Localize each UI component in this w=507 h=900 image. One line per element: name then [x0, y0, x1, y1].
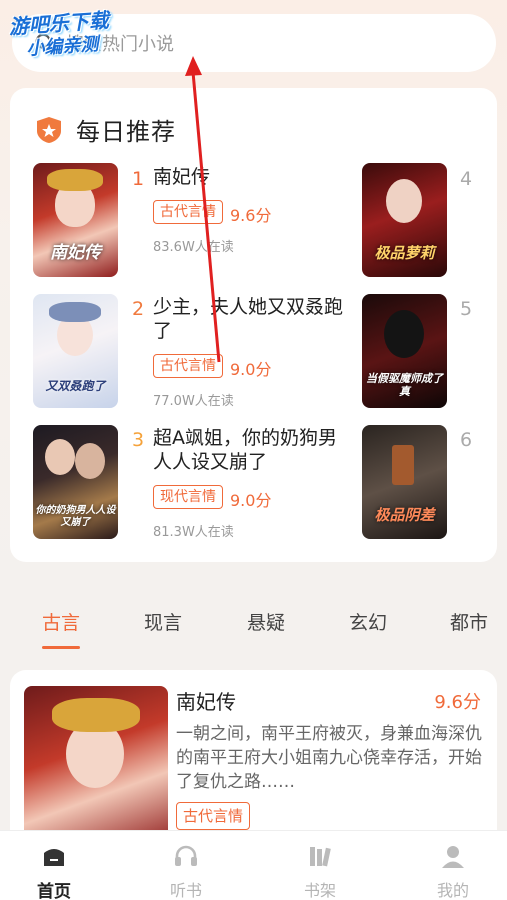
genre-tag: 现代言情: [153, 485, 223, 509]
book-cover[interactable]: 极品阴差: [362, 425, 447, 539]
nav-bookshelf[interactable]: 书架: [270, 831, 370, 900]
tab-xuan-yi[interactable]: 悬疑: [247, 608, 285, 635]
cover-headdress: [49, 302, 101, 322]
bottom-nav: 首页 听书 书架 我的: [0, 830, 507, 900]
user-icon: [442, 846, 464, 868]
rank-number: 1: [132, 168, 145, 190]
daily-recommend-card: 每日推荐 南妃传 1 南妃传 古代言情 9.6分 83.6W人在读 又双叒跑了 …: [10, 88, 497, 562]
cover-title: 南妃传: [50, 243, 101, 263]
tab-xuan-huan[interactable]: 玄幻: [349, 608, 387, 635]
tab-active-indicator: [42, 646, 80, 649]
rank-number: 2: [132, 298, 145, 320]
daily-header: 每日推荐: [36, 112, 176, 147]
genre-tag: 古代言情: [176, 802, 251, 830]
reader-count: 83.6W人在读: [153, 240, 234, 255]
tab-gu-yan[interactable]: 古言: [42, 608, 80, 635]
book-cover[interactable]: 又双叒跑了: [33, 294, 118, 408]
category-tabs: 古言 现言 悬疑 玄幻 都市: [0, 600, 507, 650]
cover-figure: [386, 179, 422, 223]
nav-label: 听书: [169, 881, 202, 900]
nav-profile[interactable]: 我的: [403, 831, 503, 900]
genre-tag: 古代言情: [153, 354, 223, 378]
daily-title: 每日推荐: [76, 118, 176, 146]
rank-number: 4: [460, 168, 473, 190]
reader-count: 81.3W人在读: [153, 525, 234, 540]
book-score: 9.6分: [230, 206, 272, 225]
book-cover[interactable]: 你的奶狗男人人设又崩了: [33, 425, 118, 539]
featured-cover[interactable]: [24, 686, 168, 846]
tab-du-shi[interactable]: 都市: [450, 608, 488, 635]
book-title[interactable]: 少主，夫人她又双叒跑了: [153, 295, 343, 343]
headphones-icon: [175, 845, 197, 866]
tab-xian-yan[interactable]: 现言: [144, 608, 182, 635]
cover-title: 极品萝莉: [374, 244, 435, 262]
book-score: 9.0分: [230, 491, 272, 510]
nav-listen[interactable]: 听书: [136, 831, 236, 900]
genre-tag: 古代言情: [153, 200, 223, 224]
bookshelf-icon: [310, 847, 331, 867]
nav-label: 书架: [303, 881, 336, 900]
home-icon: [44, 849, 64, 866]
cover-token: [392, 445, 414, 485]
rank-number: 6: [460, 429, 473, 451]
book-cover[interactable]: 南妃传: [33, 163, 118, 277]
cover-headdress: [47, 169, 103, 191]
nav-label: 首页: [37, 882, 71, 900]
book-cover[interactable]: 当假驱魔师成了真: [362, 294, 447, 408]
book-title[interactable]: 南妃传: [153, 165, 328, 189]
nav-label: 我的: [436, 881, 469, 900]
book-score: 9.0分: [230, 360, 272, 379]
cover-title: 你的奶狗男人人设又崩了: [35, 505, 116, 528]
cover-headdress: [52, 698, 140, 732]
rank-number: 3: [132, 429, 145, 451]
badge-star-icon: [37, 116, 61, 143]
featured-description: 一朝之间，南平王府被灭，身兼血海深仇的南平王府大小姐南九心侥幸存活，开始了复仇之…: [176, 724, 482, 792]
cover-figure: [384, 310, 424, 358]
book-title[interactable]: 超A飒姐，你的奶狗男人人设又崩了: [153, 426, 343, 474]
book-cover[interactable]: 极品萝莉: [362, 163, 447, 277]
cover-figure: [45, 439, 75, 475]
cover-title: 当假驱魔师成了真: [366, 372, 443, 398]
cover-figure: [75, 443, 105, 479]
cover-title: 又双叒跑了: [45, 379, 106, 393]
featured-title[interactable]: 南妃传: [176, 686, 236, 715]
featured-score: 9.6分: [434, 692, 481, 713]
cover-title: 极品阴差: [374, 506, 435, 524]
watermark-logo: 游吧乐下载 小编亲测: [8, 5, 152, 75]
rank-number: 5: [460, 298, 473, 320]
reader-count: 77.0W人在读: [153, 394, 234, 409]
nav-home[interactable]: 首页: [4, 831, 104, 900]
